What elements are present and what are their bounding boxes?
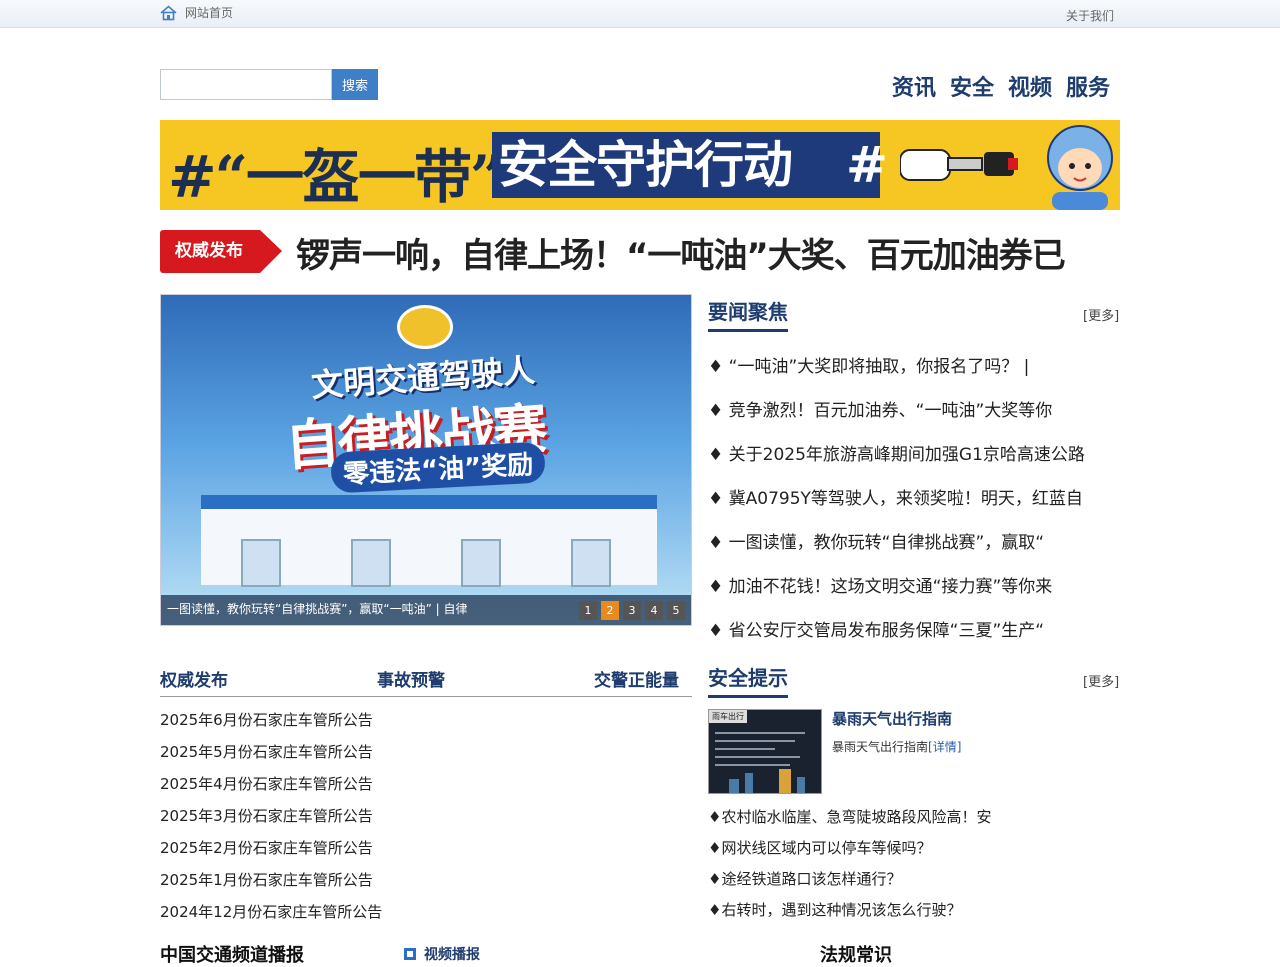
list-item[interactable]: 2025年2月份石家庄车管所公告: [160, 837, 382, 869]
list-item[interactable]: ♦右转时，遇到这种情况该怎么行驶？: [708, 899, 991, 930]
safety-feature-desc: 暴雨天气出行指南[详情]: [832, 738, 961, 755]
home-link[interactable]: 网站首页: [160, 4, 233, 21]
safety-more-link[interactable]: [更多]: [1083, 671, 1119, 690]
list-item[interactable]: ♦农村临水临崖、急弯陡坡路段风险高！安: [708, 806, 991, 837]
tab-accident-alert[interactable]: 事故预警: [377, 666, 445, 691]
list-item[interactable]: ♦途经铁道路口该怎样通行？: [708, 868, 991, 899]
list-item[interactable]: ♦ 一图读懂，教你玩转“自律挑战赛”，赢取“: [708, 528, 1120, 572]
banner-text-2: 安全守护行动: [492, 132, 880, 198]
list-item[interactable]: 2025年3月份石家庄车管所公告: [160, 805, 382, 837]
list-item[interactable]: ♦网状线区域内可以停车等候吗？: [708, 837, 991, 868]
slider-page-4[interactable]: 4: [645, 601, 663, 620]
gas-station-illustration: [201, 495, 657, 587]
slider-page-1[interactable]: 1: [579, 601, 597, 620]
safety-list: ♦农村临水临崖、急弯陡坡路段风险高！安 ♦网状线区域内可以停车等候吗？ ♦途经铁…: [708, 806, 991, 930]
nav-item-service[interactable]: 服务: [1066, 70, 1110, 102]
headline-link[interactable]: 锣声一响，自律上场！“一吨油”大奖、百元加油券已: [296, 228, 1120, 277]
list-item[interactable]: ♦ 省公安厅交管局发布服务保障“三夏”生产“: [708, 616, 1120, 660]
focus-news-list: ♦ “一吨油”大奖即将抽取，你报名了吗？ | ♦ 竞争激烈！百元加油券、“一吨油…: [708, 352, 1120, 660]
video-broadcast-label: 视频播报: [424, 947, 480, 963]
focus-more-link[interactable]: [更多]: [1083, 305, 1119, 324]
search-button[interactable]: 搜索: [332, 69, 378, 100]
list-item[interactable]: ♦ 冀A0795Y等驾驶人，来领奖啦！明天，红蓝自: [708, 484, 1120, 528]
campaign-banner[interactable]: #“一盔一带” 安全守护行动 #: [160, 120, 1120, 210]
notice-tabs: 权威发布 事故预警 交警正能量: [160, 666, 692, 697]
list-item[interactable]: 2025年5月份石家庄车管所公告: [160, 741, 382, 773]
banner-text-1: #“一盔一带”: [168, 143, 503, 210]
list-item[interactable]: 2025年4月份石家庄车管所公告: [160, 773, 382, 805]
list-item[interactable]: ♦ 竞争激烈！百元加油券、“一吨油”大奖等你: [708, 396, 1120, 440]
safety-section-title: 安全提示: [708, 662, 788, 698]
list-item[interactable]: 2024年12月份石家庄车管所公告: [160, 901, 382, 933]
thumbnail-label: 雨车出行: [709, 710, 747, 723]
focus-section-title: 要闻聚焦: [708, 296, 788, 332]
image-slider[interactable]: 文明交通驾驶人 自律挑战赛 零违法“油”奖励 一图读懂，教你玩转“自律挑战赛”，…: [160, 294, 692, 626]
about-link[interactable]: 关于我们: [1066, 7, 1114, 24]
video-broadcast-link[interactable]: 视频播报: [404, 944, 480, 964]
slide-caption[interactable]: 一图读懂，教你玩转“自律挑战赛”，赢取“一吨油” | 自律: [167, 600, 468, 617]
slider-pagination: 1 2 3 4 5: [575, 601, 685, 620]
top-bar: 网站首页 关于我们: [0, 0, 1280, 28]
list-item[interactable]: 2025年6月份石家庄车管所公告: [160, 709, 382, 741]
list-item[interactable]: 2025年1月份石家庄车管所公告: [160, 869, 382, 901]
home-icon: [160, 4, 177, 20]
helmet-rider-icon: [1047, 125, 1113, 210]
headline-tag: 权威发布: [160, 230, 282, 273]
channel-broadcast-title: 中国交通频道播报: [160, 945, 304, 966]
notice-list: 2025年6月份石家庄车管所公告 2025年5月份石家庄车管所公告 2025年4…: [160, 709, 382, 933]
seatbelt-hand-icon: [900, 149, 1018, 181]
tab-police-energy[interactable]: 交警正能量: [594, 666, 679, 691]
tab-authority[interactable]: 权威发布: [160, 666, 228, 691]
feature-detail-link[interactable]: [详情]: [928, 740, 961, 754]
feature-desc-text: 暴雨天气出行指南: [832, 740, 929, 754]
banner-text-3: #: [846, 136, 888, 194]
emblem-icon: [397, 305, 453, 349]
nav-item-video[interactable]: 视频: [1008, 70, 1052, 102]
square-icon: [404, 948, 416, 960]
regulations-title: 法规常识: [820, 945, 892, 966]
list-item[interactable]: ♦ 加油不花钱！这场文明交通“接力赛”等你来: [708, 572, 1120, 616]
safety-thumbnail[interactable]: 雨车出行: [708, 709, 822, 794]
home-label: 网站首页: [185, 6, 234, 20]
list-item[interactable]: ♦ 关于2025年旅游高峰期间加强G1京哈高速公路: [708, 440, 1120, 484]
search-box: 搜索: [160, 69, 378, 100]
slider-page-2[interactable]: 2: [601, 601, 619, 620]
list-item[interactable]: ♦ “一吨油”大奖即将抽取，你报名了吗？ |: [708, 352, 1120, 396]
safety-feature-title[interactable]: 暴雨天气出行指南: [832, 708, 952, 729]
nav-item-safety[interactable]: 安全: [950, 70, 994, 102]
nav-item-news[interactable]: 资讯: [892, 70, 936, 102]
main-nav: 资讯 安全 视频 服务: [892, 70, 1124, 102]
slider-page-5[interactable]: 5: [667, 601, 685, 620]
slider-page-3[interactable]: 3: [623, 601, 641, 620]
search-input[interactable]: [160, 69, 332, 100]
